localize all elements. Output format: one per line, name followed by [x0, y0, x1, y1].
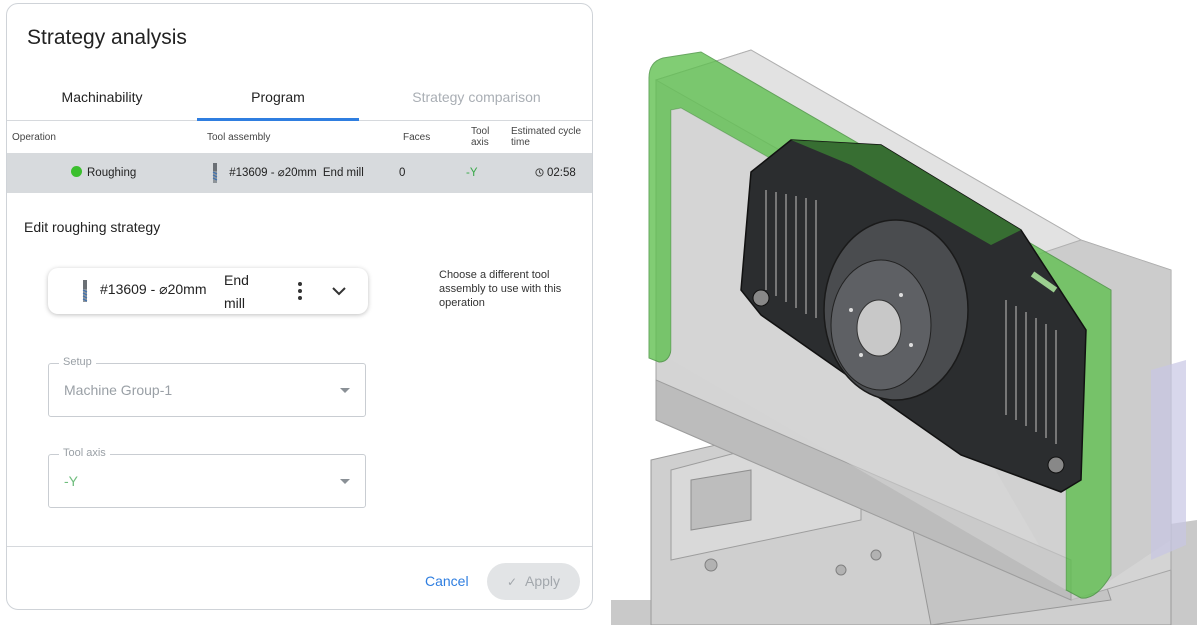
tool-axis-label: Tool axis	[59, 447, 110, 459]
clock-icon	[535, 168, 544, 177]
tab-strategy-comparison: Strategy comparison	[412, 89, 541, 105]
vise-bolt	[835, 564, 847, 576]
tab-program[interactable]: Program	[197, 78, 359, 121]
panel-title: Strategy analysis	[27, 26, 187, 49]
cancel-button[interactable]: Cancel	[425, 573, 469, 589]
tool-assembly-name: #13609 - ⌀20mm	[229, 167, 317, 179]
faces-value: 0	[399, 167, 406, 179]
panel-footer: Cancel ✓ Apply	[7, 546, 592, 609]
operation-name-cell: Roughing	[71, 153, 136, 193]
tool-axis-select-value: -Y	[64, 473, 78, 489]
mounting-hole	[752, 289, 770, 307]
tool-type: End mill	[322, 167, 364, 179]
setup-label: Setup	[59, 356, 96, 368]
vise-bolt	[704, 558, 718, 572]
setup-value: Machine Group-1	[64, 382, 173, 398]
tool-assembly-label: #13609 - ⌀20mm	[100, 281, 207, 297]
operation-name: Roughing	[87, 167, 137, 179]
tab-machinability[interactable]: Machinability	[7, 78, 197, 120]
cycle-time-value: 02:58	[547, 167, 576, 179]
apply-button: ✓ Apply	[487, 563, 580, 600]
dropdown-caret-icon	[340, 388, 350, 393]
vise-bolt	[870, 549, 882, 561]
model-viewport[interactable]	[611, 0, 1197, 626]
tab-bar: Machinability Program Strategy compariso…	[7, 78, 592, 121]
edit-strategy-title: Edit roughing strategy	[24, 219, 161, 235]
col-faces: Faces	[403, 132, 431, 143]
tool-axis-value: -Y	[466, 167, 478, 179]
strategy-analysis-panel: Strategy analysis Machinability Program …	[6, 3, 593, 610]
setup-select: Setup Machine Group-1	[48, 356, 366, 417]
stock-side-tint	[1151, 360, 1186, 560]
vise-slot	[690, 469, 752, 531]
tool-assembly-selector[interactable]: #13609 - ⌀20mm End mill	[48, 268, 368, 314]
operations-table-header: Operation Tool assembly Faces Tool axis E…	[7, 121, 592, 153]
status-dot	[71, 166, 82, 177]
col-tool-assembly: Tool assembly	[207, 132, 271, 143]
end-mill-icon	[82, 280, 88, 302]
tool-help-text: Choose a different tool assembly to use …	[439, 269, 562, 309]
col-tool-axis: Tool axis	[471, 126, 490, 148]
more-options-icon[interactable]	[292, 280, 308, 302]
end-mill-icon	[212, 162, 218, 183]
part-3d-view[interactable]	[611, 0, 1197, 626]
tool-assembly-cell: #13609 - ⌀20mm End mill	[210, 153, 364, 193]
check-icon: ✓	[506, 575, 518, 589]
mounting-hole	[1047, 456, 1065, 474]
cycle-time-cell: 02:58	[535, 153, 576, 193]
tool-axis-select: Tool axis -Y	[48, 447, 366, 508]
tool-type-label: End mill	[224, 272, 249, 311]
center-bore	[856, 299, 902, 357]
operation-row-roughing[interactable]: Roughing #13609 - ⌀20mm End mill 0 -Y 02…	[7, 153, 592, 193]
col-operation: Operation	[12, 132, 56, 143]
dropdown-caret-icon	[340, 479, 350, 484]
col-cycle-time: Estimated cycle time	[511, 126, 582, 148]
chevron-down-icon[interactable]	[328, 281, 350, 301]
